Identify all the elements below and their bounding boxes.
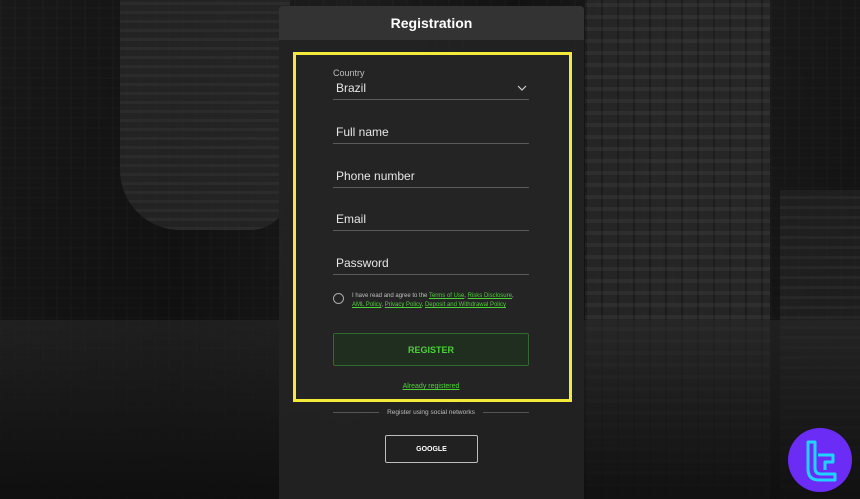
country-select[interactable]: Brazil	[333, 80, 529, 100]
full-name-input[interactable]: Full name	[333, 124, 529, 144]
password-input[interactable]: Password	[333, 255, 529, 275]
terms-agreement: I have read and agree to the Terms of Us…	[333, 292, 529, 310]
password-placeholder: Password	[336, 256, 389, 270]
google-button[interactable]: GOOGLE	[385, 435, 478, 463]
panel-title: Registration	[279, 6, 584, 40]
social-divider: Register using social networks	[333, 409, 530, 416]
deposit-withdrawal-link[interactable]: Deposit and Withdrawal Policy	[425, 302, 506, 308]
brand-logo-icon	[788, 428, 852, 492]
aml-policy-link[interactable]: AML Policy	[352, 302, 381, 308]
phone-number-input[interactable]: Phone number	[333, 168, 529, 188]
risks-disclosure-link[interactable]: Risks Disclosure	[468, 293, 512, 299]
email-input[interactable]: Email	[333, 211, 529, 231]
phone-number-placeholder: Phone number	[336, 169, 415, 183]
divider-line-right	[482, 412, 530, 413]
background-building-left	[120, 0, 290, 230]
privacy-policy-link[interactable]: Privacy Policy	[385, 302, 422, 308]
terms-of-use-link[interactable]: Terms of Use	[429, 293, 464, 299]
terms-prefix: I have read and agree to the	[352, 293, 429, 299]
country-label: Country	[333, 68, 365, 78]
terms-checkbox[interactable]	[333, 293, 344, 304]
full-name-placeholder: Full name	[336, 125, 389, 139]
social-label: Register using social networks	[387, 409, 475, 416]
register-button[interactable]: REGISTER	[333, 333, 529, 366]
email-placeholder: Email	[336, 212, 367, 226]
country-value: Brazil	[336, 81, 367, 95]
chevron-down-icon	[517, 84, 527, 95]
already-registered-link[interactable]: Already registered	[333, 383, 529, 390]
divider-line-left	[333, 412, 380, 413]
terms-text: I have read and agree to the Terms of Us…	[352, 293, 514, 308]
